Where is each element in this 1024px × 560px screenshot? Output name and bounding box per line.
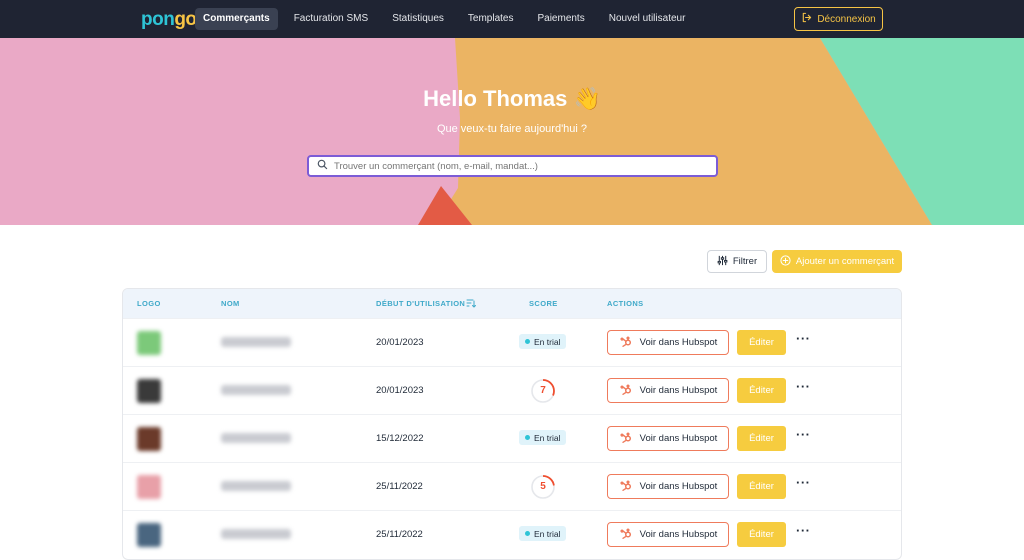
status-dot-icon <box>525 339 530 344</box>
start-date: 20/01/2023 <box>376 337 424 348</box>
merchant-name-blurred[interactable] <box>221 529 291 539</box>
column-header-name[interactable]: NOM <box>221 299 240 308</box>
merchant-logo <box>137 331 161 355</box>
hubspot-icon <box>619 334 633 351</box>
view-in-hubspot-button[interactable]: Voir dans Hubspot <box>607 378 729 403</box>
hubspot-label: Voir dans Hubspot <box>639 385 718 396</box>
score-value: 5 <box>540 481 546 492</box>
table-row[interactable]: 25/11/2022 En trial Voir dans Hubspot Édite… <box>123 510 901 558</box>
table-row[interactable]: 20/01/2023 7 Voir dans Hubspot Éditer ··· <box>123 366 901 414</box>
hubspot-label: Voir dans Hubspot <box>639 529 718 540</box>
merchant-name-blurred[interactable] <box>221 337 291 347</box>
nav-menu: Commerçants Facturation SMS Statistiques… <box>195 8 701 30</box>
add-merchant-button[interactable]: Ajouter un commerçant <box>772 250 902 273</box>
hero-banner: Hello Thomas 👋 Que veux-tu faire aujourd… <box>0 38 1024 225</box>
nav-item-paiements[interactable]: Paiements <box>529 8 592 30</box>
merchant-name-blurred[interactable] <box>221 433 291 443</box>
hubspot-icon <box>619 430 633 447</box>
greeting-subtitle: Que veux-tu faire aujourd'hui ? <box>436 123 588 135</box>
start-date: 15/12/2022 <box>376 433 424 444</box>
more-options-icon[interactable]: ··· <box>796 523 811 538</box>
table-row[interactable]: 25/11/2022 5 Voir dans Hubspot Éditer ··· <box>123 462 901 510</box>
merchant-logo <box>137 427 161 451</box>
start-date: 25/11/2022 <box>376 481 423 492</box>
score-gauge: 5 <box>529 473 557 501</box>
view-in-hubspot-button[interactable]: Voir dans Hubspot <box>607 474 729 499</box>
table-row[interactable]: 20/01/2023 En trial Voir dans Hubspot Édite… <box>123 318 901 366</box>
merchant-logo <box>137 475 161 499</box>
trial-badge: En trial <box>519 430 567 445</box>
more-options-icon[interactable]: ··· <box>796 427 811 442</box>
hubspot-icon <box>619 478 633 495</box>
status-dot-icon <box>525 531 530 536</box>
view-in-hubspot-button[interactable]: Voir dans Hubspot <box>607 330 729 355</box>
trial-label: En trial <box>534 336 561 347</box>
more-options-icon[interactable]: ··· <box>796 379 811 394</box>
hubspot-icon <box>619 526 633 543</box>
nav-item-templates[interactable]: Templates <box>460 8 522 30</box>
edit-button[interactable]: Éditer <box>737 378 786 403</box>
greeting-title: Hello Thomas 👋 <box>423 86 601 111</box>
column-header-actions: ACTIONS <box>607 299 644 308</box>
merchant-logo <box>137 379 161 403</box>
logout-label: Déconnexion <box>817 13 876 25</box>
column-header-score: SCORE <box>529 299 558 308</box>
hubspot-icon <box>619 382 633 399</box>
trial-label: En trial <box>534 528 561 539</box>
nav-item-statistiques[interactable]: Statistiques <box>384 8 452 30</box>
sliders-icon <box>717 255 728 269</box>
start-date: 20/01/2023 <box>376 385 424 396</box>
plus-circle-icon <box>780 254 791 269</box>
merchant-name-blurred[interactable] <box>221 481 291 491</box>
merchant-search-box[interactable] <box>307 155 718 177</box>
view-in-hubspot-button[interactable]: Voir dans Hubspot <box>607 522 729 547</box>
logout-icon <box>801 12 812 26</box>
merchants-table: LOGO NOM DÉBUT D'UTILISATION SCORE ACTIO… <box>122 288 902 560</box>
more-options-icon[interactable]: ··· <box>796 475 811 490</box>
merchant-name-blurred[interactable] <box>221 385 291 395</box>
nav-item-nouvel-utilisateur[interactable]: Nouvel utilisateur <box>601 8 694 30</box>
table-row[interactable]: 15/12/2022 En trial Voir dans Hubspot Édite… <box>123 414 901 462</box>
score-value: 7 <box>540 385 546 396</box>
edit-button[interactable]: Éditer <box>737 474 786 499</box>
column-header-start[interactable]: DÉBUT D'UTILISATION <box>376 299 476 308</box>
hubspot-label: Voir dans Hubspot <box>639 481 718 492</box>
edit-button[interactable]: Éditer <box>737 522 786 547</box>
nav-item-commercants[interactable]: Commerçants <box>195 8 278 30</box>
score-gauge: 7 <box>529 377 557 405</box>
hubspot-label: Voir dans Hubspot <box>639 337 718 348</box>
more-options-icon[interactable]: ··· <box>796 331 811 346</box>
trial-label: En trial <box>534 432 561 443</box>
nav-item-facturation-sms[interactable]: Facturation SMS <box>286 8 376 30</box>
search-input[interactable] <box>334 160 704 172</box>
trial-badge: En trial <box>519 334 567 349</box>
start-date: 25/11/2022 <box>376 529 423 540</box>
hubspot-label: Voir dans Hubspot <box>639 433 718 444</box>
logout-button[interactable]: Déconnexion <box>794 7 883 31</box>
status-dot-icon <box>525 435 530 440</box>
filter-label: Filtrer <box>732 256 758 267</box>
pongo-logo[interactable]: pongo <box>141 9 197 31</box>
search-icon <box>317 157 328 175</box>
filter-button[interactable]: Filtrer <box>707 250 767 273</box>
table-header: LOGO NOM DÉBUT D'UTILISATION SCORE ACTIO… <box>123 289 901 318</box>
view-in-hubspot-button[interactable]: Voir dans Hubspot <box>607 426 729 451</box>
sort-icon[interactable] <box>466 298 476 308</box>
trial-badge: En trial <box>519 526 567 541</box>
top-navbar: pongo Commerçants Facturation SMS Statis… <box>0 0 1024 38</box>
edit-button[interactable]: Éditer <box>737 426 786 451</box>
table-body: 20/01/2023 En trial Voir dans Hubspot Édite… <box>123 318 901 558</box>
edit-button[interactable]: Éditer <box>737 330 786 355</box>
merchant-logo <box>137 523 161 547</box>
add-merchant-label: Ajouter un commerçant <box>795 256 895 267</box>
column-header-logo: LOGO <box>137 299 161 308</box>
